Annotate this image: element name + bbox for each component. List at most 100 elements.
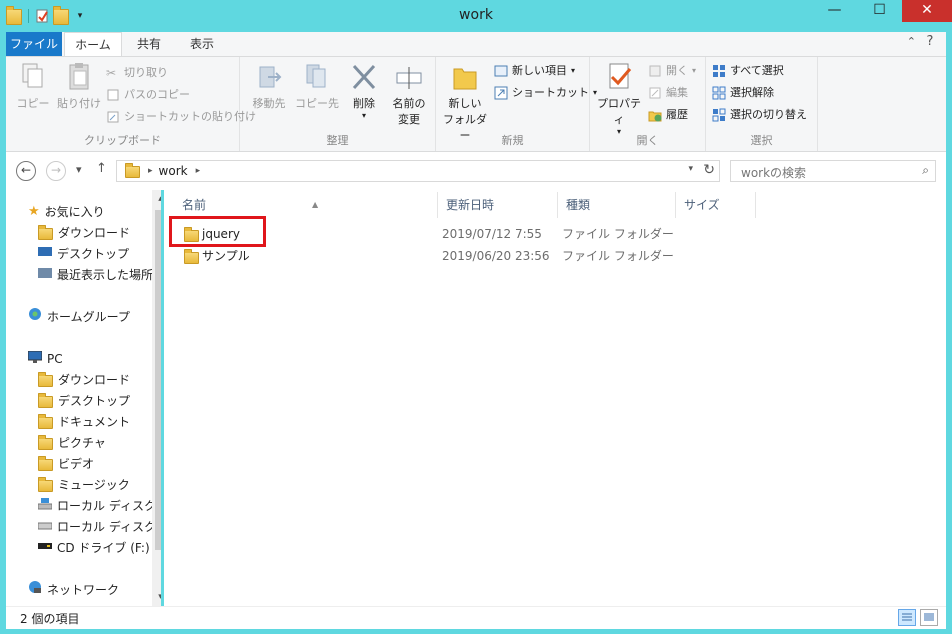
file-row[interactable]: サンプル 2019/06/20 23:56 ファイル フォルダー [164,245,946,267]
open-button[interactable]: 開く ▾ [648,61,696,81]
minimize-button[interactable]: — [812,0,857,22]
properties-check-icon [604,61,634,93]
new-item-label: 新しい項目 [512,64,567,77]
up-arrow-icon[interactable]: ↑ [96,161,107,176]
breadcrumb-separator-icon[interactable]: ▸ [148,166,153,176]
cut-button[interactable]: ✂ 切り取り [106,63,168,83]
shortcut-button[interactable]: ショートカット ▾ [494,83,597,103]
tree-pc-music[interactable]: ミュージック [38,475,130,495]
scroll-up-icon[interactable]: ▴ [152,194,161,204]
scroll-thumb[interactable] [155,210,161,550]
tree-pc-cd-drive-label: CD ドライブ (F:) [57,541,150,555]
back-button[interactable]: ← [16,161,36,181]
delete-x-icon [349,61,379,93]
tree-pc-local-disk-1[interactable]: ローカル ディスク ( [37,496,161,516]
tree-pc[interactable]: PC [27,349,63,369]
properties-button[interactable]: プロパティ ▾ [594,61,644,136]
downloads-folder-icon [38,372,53,387]
address-bar[interactable]: ▸ work ▸ ▾ ↻ [116,160,720,182]
column-header-type[interactable]: 種類 [558,192,676,218]
tree-pc-videos-label: ビデオ [58,457,95,471]
new-folder-button[interactable]: 新しい フォルダー [440,61,490,143]
close-button[interactable]: ✕ [902,0,952,22]
tree-fav-recent[interactable]: 最近表示した場所 [38,265,153,285]
paste-shortcut-button[interactable]: ショートカットの貼り付け [106,107,256,127]
breadcrumb-work[interactable]: work [159,164,188,178]
clipboard-group: コピー 貼り付け ✂ 切り取り パスのコピー ショートカットの貼り付け クリップ… [6,57,256,151]
copy-path-label: パスのコピー [124,88,190,101]
nav-pane-scrollbar[interactable]: ▴ ▾ [152,190,161,606]
forward-button[interactable]: → [46,161,66,181]
drive-icon [37,517,53,537]
tree-fav-downloads[interactable]: ダウンロード [38,223,130,243]
copy-to-label: コピー先 [295,97,339,110]
delete-dropdown-icon: ▾ [361,111,366,120]
select-all-button[interactable]: すべて選択 [712,61,784,81]
tree-network[interactable]: ネットワーク [28,580,119,600]
tab-view[interactable]: 表示 [176,32,228,56]
tab-share[interactable]: 共有 [124,32,174,56]
paste-button[interactable]: 貼り付け [56,61,102,111]
paste-label: 貼り付け [57,97,101,110]
column-size-label: サイズ [684,198,720,212]
desktop-icon [38,244,52,264]
recent-locations-icon[interactable]: ▾ [76,163,82,176]
sort-ascending-icon: ▲ [312,200,319,209]
details-view-icon[interactable] [898,609,916,626]
search-box[interactable]: workの検索 ⌕ [730,160,936,182]
rename-label-2: 変更 [398,113,420,126]
tree-fav-desktop[interactable]: デスクトップ [38,244,129,264]
title-bar: ▾ work — ☐ ✕ [0,0,952,32]
large-icons-view-icon[interactable] [920,609,938,626]
status-bar: 2 個の項目 [6,606,946,629]
copy-button[interactable]: コピー [10,61,56,111]
column-header-name[interactable]: 名前 ▲ [174,192,438,218]
help-icon[interactable]: ? [920,34,940,49]
tree-pc-documents[interactable]: ドキュメント [38,412,130,432]
pictures-folder-icon [38,435,53,450]
tree-pc-cd-drive[interactable]: CD ドライブ (F:) [38,538,150,558]
delete-button[interactable]: 削除 ▾ [344,61,384,120]
tree-pc-videos[interactable]: ビデオ [38,454,94,474]
maximize-button[interactable]: ☐ [857,0,902,22]
minimize-ribbon-icon[interactable]: ⌃ [907,35,916,48]
tab-file[interactable]: ファイル [6,32,62,56]
select-none-label: 選択解除 [730,86,774,99]
tree-pc-downloads[interactable]: ダウンロード [38,370,130,390]
tree-homegroup[interactable]: ホームグループ [28,307,130,327]
tree-pc-local-disk-2[interactable]: ローカル ディスク ( [37,517,161,537]
rename-button[interactable]: 名前の 変更 [386,61,432,127]
tab-home[interactable]: ホーム [64,32,122,56]
new-item-button[interactable]: 新しい項目 ▾ [494,61,575,81]
search-icon[interactable]: ⌕ [922,163,929,178]
delete-label: 削除 [353,97,375,110]
rename-label-1: 名前の [392,97,426,110]
copy-to-button[interactable]: コピー先 [294,61,340,111]
address-dropdown-icon[interactable]: ▾ [688,164,693,174]
refresh-icon[interactable]: ↻ [703,162,715,178]
column-header-date[interactable]: 更新日時 [438,192,558,218]
new-group: 新しい フォルダー 新しい項目 ▾ ショートカット ▾ 新規 [436,57,597,151]
invert-selection-button[interactable]: 選択の切り替え [712,105,807,125]
select-none-button[interactable]: 選択解除 [712,83,774,103]
move-to-button[interactable]: 移動先 [246,61,292,111]
scroll-down-icon[interactable]: ▾ [152,592,161,602]
column-date-label: 更新日時 [446,198,495,212]
tree-favorites[interactable]: ★ お気に入り [28,202,105,222]
copy-path-button[interactable]: パスのコピー [106,85,190,105]
homegroup-icon [28,307,42,327]
file-row[interactable]: jquery 2019/07/12 7:55 ファイル フォルダー [164,223,946,245]
tree-pc-pictures[interactable]: ピクチャ [38,433,106,453]
folder-icon [184,249,199,264]
breadcrumb-chevron-icon[interactable]: ▸ [196,166,201,176]
edit-button[interactable]: 編集 [648,83,688,103]
file-type: ファイル フォルダー [562,227,674,241]
tree-pc-local-disk-2-label: ローカル ディスク ( [57,520,161,534]
select-all-icon [712,64,726,78]
file-date: 2019/06/20 23:56 [442,249,550,263]
column-header-size[interactable]: サイズ [676,192,756,218]
music-folder-icon [38,477,53,492]
column-name-label: 名前 [182,198,207,212]
tree-pc-desktop[interactable]: デスクトップ [38,391,130,411]
history-button[interactable]: 履歴 [648,105,688,125]
